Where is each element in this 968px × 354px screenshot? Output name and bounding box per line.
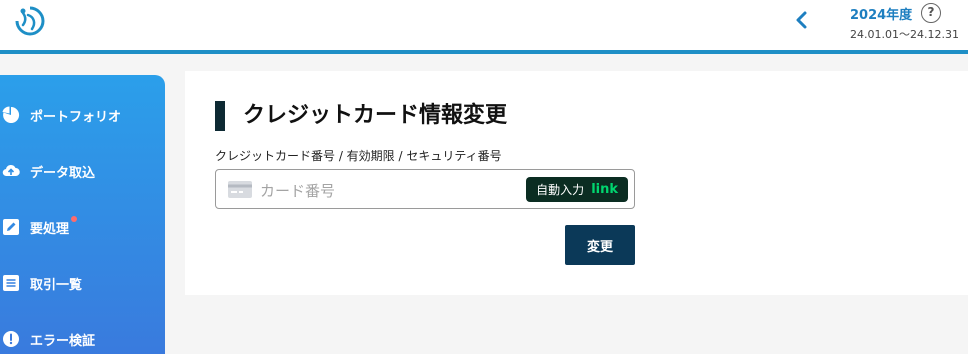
chevron-left-icon[interactable] [793, 10, 811, 30]
help-icon[interactable]: ? [921, 3, 941, 23]
sidebar-item-label: 要処理 [30, 221, 70, 237]
card-number-input[interactable]: カード番号 自動入力 link [215, 169, 635, 209]
page-title: クレジットカード情報変更 [243, 103, 508, 128]
title-accent-bar [215, 101, 225, 131]
sidebar-item-error-check[interactable]: エラー検証 [0, 324, 165, 354]
cloud-upload-icon [2, 162, 20, 180]
card-number-placeholder: カード番号 [260, 182, 336, 200]
edit-icon [2, 218, 20, 236]
fiscal-year[interactable]: 2024年度 [850, 4, 912, 23]
pie-chart-icon [2, 106, 20, 124]
sidebar-item-data-import[interactable]: データ取込 [0, 156, 165, 186]
link-brand-logo: link [591, 182, 618, 197]
credit-card-form-panel: クレジットカード情報変更 クレジットカード番号 / 有効期限 / セキュリティ番… [185, 71, 968, 295]
sidebar-item-needs-action[interactable]: 要処理 [0, 212, 165, 242]
sidebar-item-label: 取引一覧 [30, 277, 83, 293]
sidebar: ポートフォリオ データ取込 要処理 取引一覧 エラー検証 [0, 75, 165, 354]
sidebar-item-label: ポートフォリオ [30, 109, 122, 125]
notification-badge [71, 216, 78, 222]
top-bar: 2024年度 ? 24.01.01〜24.12.31 [0, 0, 968, 50]
list-icon [2, 274, 20, 292]
sidebar-item-portfolio[interactable]: ポートフォリオ [0, 100, 165, 130]
credit-card-icon [228, 181, 252, 198]
sidebar-item-label: エラー検証 [30, 333, 96, 349]
alert-icon [2, 330, 20, 348]
sidebar-item-label: データ取込 [30, 165, 96, 181]
logo-icon[interactable] [14, 5, 46, 37]
fiscal-range: 24.01.01〜24.12.31 [850, 28, 959, 41]
autofill-label: 自動入力 [536, 183, 585, 197]
header-divider [0, 50, 968, 54]
sidebar-item-transactions[interactable]: 取引一覧 [0, 268, 165, 298]
submit-change-button[interactable]: 変更 [565, 225, 635, 265]
link-autofill-button[interactable]: 自動入力 link [526, 177, 628, 202]
card-field-label: クレジットカード番号 / 有効期限 / セキュリティ番号 [215, 149, 502, 163]
